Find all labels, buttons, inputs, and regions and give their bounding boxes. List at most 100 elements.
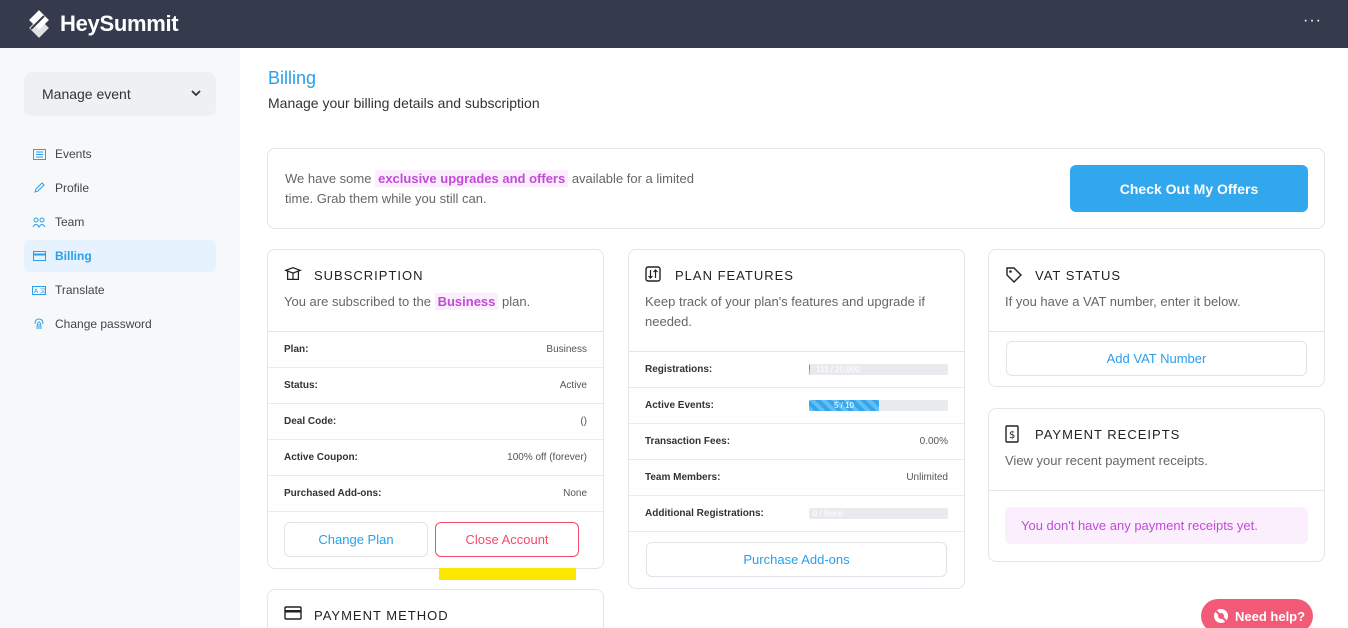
need-help-button[interactable]: Need help? <box>1201 599 1313 628</box>
offer-highlight: exclusive upgrades and offers <box>375 170 569 187</box>
sidebar-item-team[interactable]: Team <box>24 206 216 238</box>
sort-icon <box>645 266 663 284</box>
plan-highlight: Business <box>434 293 499 310</box>
calendar-icon <box>32 147 46 161</box>
receipts-divider <box>989 490 1324 491</box>
team-icon <box>32 215 46 229</box>
sidebar-item-billing[interactable]: Billing <box>24 240 216 272</box>
more-menu-icon[interactable]: ··· <box>1303 12 1322 30</box>
payment-method-title: PAYMENT METHOD <box>314 607 449 623</box>
main-content: Billing Manage your billing details and … <box>240 48 1348 628</box>
table-row: Plan: Business <box>268 332 603 368</box>
tag-icon <box>1005 266 1023 284</box>
svg-text:$: $ <box>1009 430 1016 441</box>
row-key: Active Coupon: <box>284 452 358 463</box>
highlight-marker <box>439 568 576 580</box>
sidebar-item-profile[interactable]: Profile <box>24 172 216 204</box>
row-value: Active <box>559 380 587 391</box>
active-events-label: 5 / 10 <box>833 401 854 410</box>
row-value: Unlimited <box>906 472 948 483</box>
vat-status-card: VAT STATUS If you have a VAT number, ent… <box>988 249 1325 387</box>
row-value: None <box>563 488 587 499</box>
sidebar-item-label: Billing <box>55 249 92 263</box>
credit-card-icon <box>32 249 46 263</box>
purchase-addons-button[interactable]: Purchase Add-ons <box>646 542 947 577</box>
no-receipts-message: You don't have any payment receipts yet. <box>1005 507 1308 544</box>
sidebar-item-events[interactable]: Events <box>24 138 216 170</box>
lifebuoy-icon <box>1213 608 1229 624</box>
sidebar-item-change-password[interactable]: Change password <box>24 308 216 340</box>
row-key: Purchased Add-ons: <box>284 488 382 499</box>
vat-divider <box>989 331 1324 332</box>
registrations-label: 111 / 20,000 <box>816 365 860 374</box>
heysummit-logo-icon <box>24 9 54 39</box>
page-title: Billing <box>268 68 317 88</box>
sidebar-item-label: Team <box>55 215 85 229</box>
row-key: Plan: <box>284 344 309 355</box>
table-row: Additional Registrations: 0 / None <box>629 496 964 532</box>
sidebar: Manage event Events Profile Team Billing… <box>0 48 240 628</box>
additional-registrations-label: 0 / None <box>812 509 844 518</box>
row-value: 0.00% <box>919 436 948 447</box>
manage-event-label: Manage event <box>42 86 131 102</box>
close-account-button[interactable]: Close Account <box>435 522 579 557</box>
box-icon <box>284 266 302 284</box>
need-help-label: Need help? <box>1235 608 1306 624</box>
plan-features-title: PLAN FEATURES <box>675 267 794 283</box>
subscription-details: Plan: Business Status: Active Deal Code: ()… <box>268 331 603 512</box>
table-row: Team Members: Unlimited <box>629 460 964 496</box>
subscription-desc-after: plan. <box>498 294 531 309</box>
sidebar-nav: Events Profile Team Billing A文 Translate <box>24 138 216 342</box>
payment-method-card: PAYMENT METHOD <box>267 589 604 628</box>
add-vat-number-button[interactable]: Add VAT Number <box>1006 341 1307 376</box>
row-value: Business <box>546 344 587 355</box>
fingerprint-icon <box>32 317 46 331</box>
table-row: Active Coupon: 100% off (forever) <box>268 440 603 476</box>
table-row: Transaction Fees: 0.00% <box>629 424 964 460</box>
sidebar-item-label: Translate <box>55 283 105 297</box>
translate-icon: A文 <box>32 283 46 297</box>
vat-title: VAT STATUS <box>1035 267 1122 283</box>
manage-event-dropdown[interactable]: Manage event <box>24 72 216 116</box>
subscription-title: SUBSCRIPTION <box>314 267 424 283</box>
table-row: Deal Code: () <box>268 404 603 440</box>
plan-features-card: PLAN FEATURES Keep track of your plan's … <box>628 249 965 589</box>
top-bar: HeySummit ··· <box>0 0 1348 48</box>
subscription-desc-before: You are subscribed to the <box>284 294 435 309</box>
pencil-icon <box>32 181 46 195</box>
table-row: Status: Active <box>268 368 603 404</box>
row-value: () <box>580 416 587 427</box>
sidebar-item-label: Events <box>55 147 92 161</box>
additional-registrations-progress: 0 / None <box>809 508 948 519</box>
vat-desc: If you have a VAT number, enter it below… <box>1005 294 1241 309</box>
row-key: Transaction Fees: <box>645 436 731 447</box>
change-plan-button[interactable]: Change Plan <box>284 522 428 557</box>
table-row: Purchased Add-ons: None <box>268 476 603 512</box>
receipts-title: PAYMENT RECEIPTS <box>1035 426 1181 442</box>
row-key: Team Members: <box>645 472 721 483</box>
table-row: Active Events: 5 / 10 <box>629 388 964 424</box>
receipts-desc: View your recent payment receipts. <box>1005 453 1208 468</box>
svg-text:A: A <box>34 288 39 295</box>
app-name: HeySummit <box>60 11 179 36</box>
sidebar-item-translate[interactable]: A文 Translate <box>24 274 216 306</box>
subscription-desc: You are subscribed to the Business plan. <box>284 292 587 312</box>
receipt-icon: $ <box>1005 425 1023 443</box>
registrations-progress: 111 / 20,000 <box>809 364 948 375</box>
table-row: Registrations: 111 / 20,000 <box>629 352 964 388</box>
row-key: Status: <box>284 380 318 391</box>
credit-card-icon <box>284 606 302 624</box>
row-key: Deal Code: <box>284 416 337 427</box>
row-key: Registrations: <box>645 364 713 375</box>
row-key: Active Events: <box>645 400 714 411</box>
page-subtitle: Manage your billing details and subscrip… <box>268 95 540 111</box>
app-logo[interactable]: HeySummit <box>24 9 179 39</box>
offer-text-before: We have some <box>285 171 376 186</box>
row-key: Additional Registrations: <box>645 508 764 519</box>
svg-text:文: 文 <box>40 287 46 295</box>
subscription-card: SUBSCRIPTION You are subscribed to the B… <box>267 249 604 569</box>
plan-features-list: Registrations: 111 / 20,000 Active Event… <box>629 351 964 532</box>
sidebar-item-label: Profile <box>55 181 90 195</box>
plan-features-desc: Keep track of your plan's features and u… <box>645 294 925 329</box>
check-out-offers-button[interactable]: Check Out My Offers <box>1070 165 1308 212</box>
